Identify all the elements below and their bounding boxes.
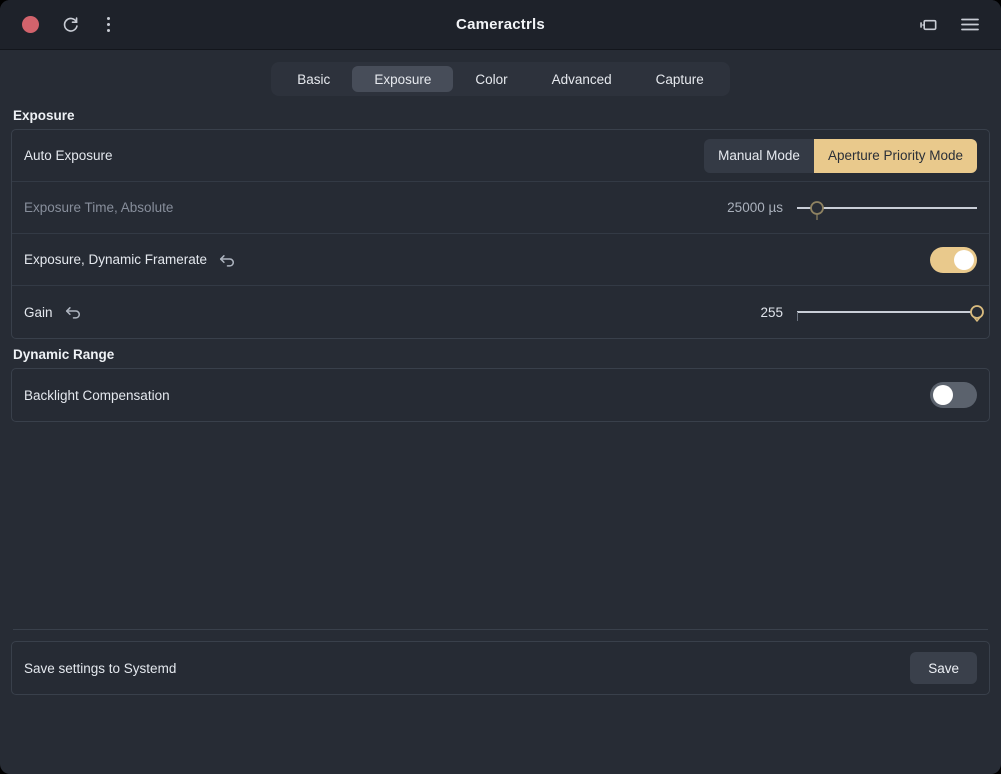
titlebar: Cameractrls — [0, 0, 1001, 50]
auto-exposure-option-manual[interactable]: Manual Mode — [704, 138, 814, 173]
row-exposure-time-absolute-label-wrap: Exposure Time, Absolute — [24, 200, 173, 215]
tab-basic[interactable]: Basic — [275, 66, 352, 92]
row-auto-exposure-label: Auto Exposure — [24, 148, 113, 163]
row-exposure-time-absolute: Exposure Time, Absolute 25000 µs — [12, 182, 989, 234]
exposure-time-value: 25000 µs — [727, 200, 783, 215]
section-card-dynamic-range: Backlight Compensation — [11, 368, 990, 422]
more-vertical-icon[interactable] — [91, 8, 125, 42]
undo-icon[interactable] — [219, 253, 236, 267]
row-exposure-time-absolute-label: Exposure Time, Absolute — [24, 200, 174, 215]
more-dots — [106, 17, 110, 32]
save-settings-card: Save settings to Systemd Save — [11, 641, 990, 695]
row-auto-exposure: Auto Exposure Manual Mode Aperture Prior… — [12, 130, 989, 182]
save-settings-label: Save settings to Systemd — [24, 660, 177, 676]
row-backlight-compensation-label: Backlight Compensation — [24, 387, 170, 403]
tab-color-label: Color — [475, 71, 508, 87]
record-dot-icon[interactable] — [22, 16, 39, 33]
app-window: Cameractrls Basic Exposure Color Advance… — [0, 0, 1001, 774]
row-auto-exposure-control: Manual Mode Aperture Priority Mode — [704, 138, 977, 173]
backlight-compensation-toggle[interactable] — [930, 382, 977, 408]
save-button[interactable]: Save — [910, 652, 977, 684]
camera-device-icon[interactable] — [911, 8, 945, 42]
row-backlight-compensation: Backlight Compensation — [12, 369, 989, 421]
gain-slider-tick — [797, 312, 798, 321]
auto-exposure-option-aperture-priority-label: Aperture Priority Mode — [827, 148, 963, 163]
exposure-time-slider-handle[interactable] — [809, 200, 825, 220]
row-exposure-dynamic-framerate-label: Exposure, Dynamic Framerate — [24, 252, 208, 267]
section-card-exposure: Auto Exposure Manual Mode Aperture Prior… — [11, 129, 990, 339]
gain-slider-block: 255 — [717, 299, 984, 325]
gain-slider-track — [797, 311, 977, 313]
row-auto-exposure-label-wrap: Auto Exposure — [24, 148, 113, 163]
tab-color[interactable]: Color — [453, 66, 529, 92]
section-title-exposure: Exposure — [13, 108, 75, 123]
tab-basic-label: Basic — [297, 71, 331, 87]
gain-slider[interactable] — [797, 299, 984, 325]
row-exposure-time-absolute-control: 25000 µs — [717, 195, 977, 221]
footer-divider — [13, 629, 988, 630]
row-save-settings: Save settings to Systemd Save — [12, 642, 989, 694]
refresh-icon[interactable] — [53, 8, 87, 42]
row-exposure-dynamic-framerate-label-wrap: Exposure, Dynamic Framerate — [24, 252, 236, 267]
tab-exposure-label: Exposure — [374, 71, 432, 87]
row-backlight-compensation-label-wrap: Backlight Compensation — [24, 388, 170, 403]
undo-icon[interactable] — [65, 305, 82, 319]
row-backlight-compensation-control — [930, 382, 977, 408]
tab-advanced[interactable]: Advanced — [530, 66, 634, 92]
gain-value: 255 — [760, 304, 783, 320]
tab-advanced-label: Advanced — [551, 71, 612, 87]
row-gain: Gain 255 — [12, 286, 989, 338]
section-title-dynamic-range: Dynamic Range — [13, 347, 115, 362]
titlebar-left-controls — [14, 8, 125, 42]
auto-exposure-segmented: Manual Mode Aperture Priority Mode — [704, 138, 977, 173]
exposure-time-slider-block: 25000 µs — [717, 195, 977, 221]
exposure-time-slider[interactable] — [797, 195, 977, 221]
toggle-knob — [933, 385, 953, 405]
hamburger-menu-icon[interactable] — [953, 8, 987, 42]
row-gain-label-wrap: Gain — [24, 305, 82, 320]
row-exposure-dynamic-framerate-control — [930, 246, 977, 273]
tab-bar: Basic Exposure Color Advanced Capture — [0, 58, 1001, 100]
page-title: Cameractrls — [456, 16, 545, 33]
toggle-knob — [954, 249, 974, 270]
row-gain-control: 255 — [717, 299, 984, 325]
auto-exposure-option-manual-label: Manual Mode — [718, 148, 800, 163]
settings-content: Exposure Auto Exposure Manual Mode Apert… — [0, 100, 1001, 774]
bottom-padding — [11, 695, 990, 774]
row-exposure-dynamic-framerate: Exposure, Dynamic Framerate — [12, 234, 989, 286]
tab-capture-label: Capture — [655, 71, 704, 87]
exposure-dynamic-framerate-toggle[interactable] — [930, 246, 977, 273]
titlebar-right-controls — [911, 8, 987, 42]
save-settings-control: Save — [910, 652, 977, 684]
row-gain-label: Gain — [24, 304, 53, 320]
tab-group: Basic Exposure Color Advanced Capture — [271, 62, 730, 96]
gain-slider-handle[interactable] — [969, 304, 985, 322]
tab-capture[interactable]: Capture — [634, 66, 726, 92]
tab-exposure[interactable]: Exposure — [352, 66, 454, 92]
auto-exposure-option-aperture-priority[interactable]: Aperture Priority Mode — [813, 138, 977, 173]
